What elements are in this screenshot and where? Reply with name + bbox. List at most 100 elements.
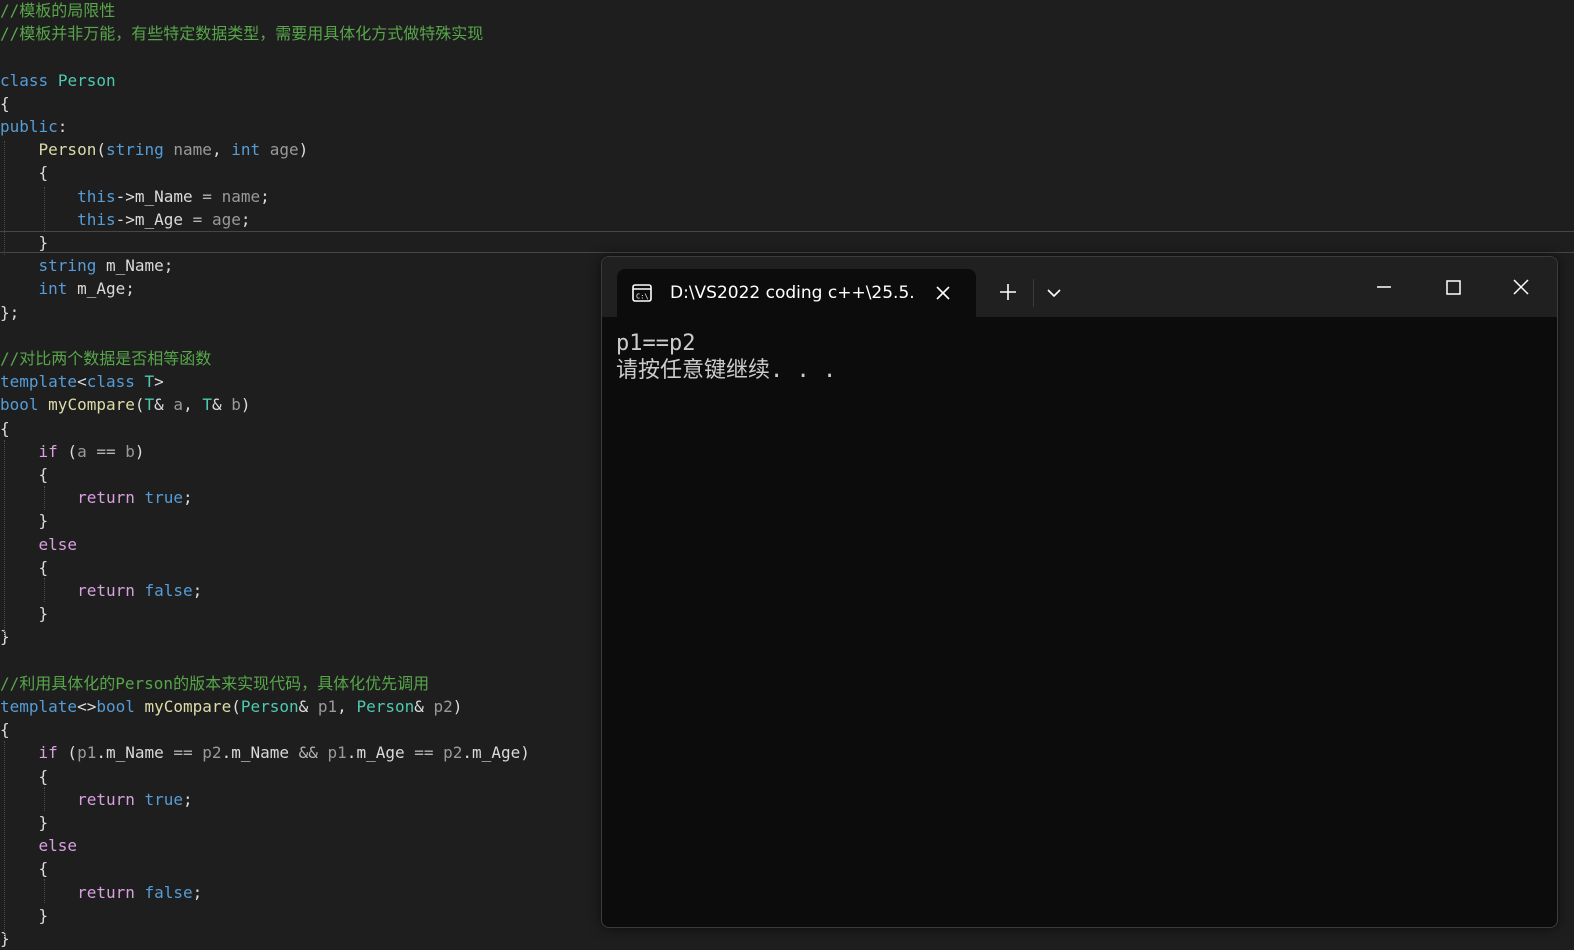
code-token: this (77, 186, 116, 206)
code-token: , (183, 395, 203, 415)
code-token: m_Name (105, 743, 164, 763)
code-line: } (0, 602, 49, 625)
code-token: m_Age (356, 743, 405, 763)
code-token: . (96, 743, 106, 763)
code-line: public: (0, 115, 67, 138)
code-token: { (0, 418, 10, 438)
code-token: true (144, 789, 184, 809)
code-token: ) (298, 140, 309, 160)
code-token: ( (96, 140, 106, 160)
code-token: ; (240, 209, 251, 229)
code-token: { (0, 720, 10, 740)
current-line-highlight (0, 231, 1574, 253)
code-token: Person (38, 140, 97, 160)
code-line: } (0, 904, 49, 927)
code-token: false (144, 581, 193, 600)
code-token: class (86, 372, 135, 392)
code-token: Person (240, 697, 299, 716)
code-line: this->m_Name = name; (0, 185, 270, 208)
code-token: age (211, 209, 241, 229)
terminal-window[interactable]: C:\ D:\VS2022 coding c++\25.5.1 p1==p2 请… (601, 256, 1558, 928)
code-token: age (269, 140, 299, 160)
terminal-tab[interactable]: C:\ D:\VS2022 coding c++\25.5.1 (617, 269, 976, 317)
code-token: ) (520, 743, 530, 763)
code-token: Person (356, 697, 415, 716)
code-token: int (231, 140, 261, 160)
code-line: { (0, 556, 49, 579)
close-window-icon[interactable] (1504, 275, 1538, 299)
indent-guide (4, 741, 5, 937)
code-token: , (211, 140, 232, 160)
code-token: } (0, 905, 49, 925)
code-line: else (0, 834, 78, 857)
code-token: -> (115, 186, 135, 206)
code-token: } (0, 604, 49, 624)
code-token: == (86, 441, 126, 461)
code-token: name (173, 140, 212, 160)
code-token: m_Age (134, 209, 184, 229)
code-token: this (77, 209, 116, 229)
code-token: bool (0, 395, 39, 415)
code-token: T (202, 395, 212, 415)
code-token: b (231, 395, 241, 415)
code-line: return true; (0, 788, 193, 811)
terminal-output[interactable]: p1==p2 请按任意键继续. . . (616, 330, 1536, 384)
code-token: myCompare (48, 395, 135, 415)
code-token: class (0, 70, 49, 90)
code-token: }; (0, 302, 20, 322)
code-token: } (0, 813, 49, 832)
code-line: if (a == b) (0, 440, 145, 463)
minimize-icon[interactable] (1367, 275, 1401, 299)
code-token: < (77, 372, 87, 392)
code-token: else (38, 836, 78, 856)
new-tab-plus-icon[interactable] (995, 279, 1021, 305)
code-line: int m_Age; (0, 277, 135, 300)
code-token: , (337, 697, 357, 716)
code-line: } (0, 231, 49, 254)
code-token: template (0, 372, 78, 392)
code-token: { (0, 557, 49, 577)
code-token: ; (192, 882, 203, 902)
code-token: string (38, 256, 97, 276)
terminal-output-line: p1==p2 (616, 331, 696, 356)
code-line: { (0, 857, 49, 880)
code-line: template<>bool myCompare(Person& p1, Per… (0, 695, 462, 718)
code-token: == (404, 743, 444, 763)
code-line: return true; (0, 486, 193, 509)
code-token: ; (260, 186, 270, 206)
code-line: //对比两个数据是否相等函数 (0, 347, 211, 370)
terminal-output-line: 请按任意键继续. . . (616, 358, 837, 383)
code-token: & (414, 697, 434, 716)
maximize-icon[interactable] (1436, 275, 1470, 299)
indent-guide (4, 141, 5, 255)
terminal-titlebar[interactable]: C:\ D:\VS2022 coding c++\25.5.1 (602, 257, 1557, 317)
code-line: //利用具体化的Person的版本来实现代码，具体化优先调用 (0, 672, 429, 695)
close-tab-icon[interactable] (933, 283, 953, 303)
code-token: p1 (317, 697, 338, 716)
code-token: ( (231, 697, 241, 716)
code-token: . (462, 743, 473, 763)
code-token: . (346, 743, 357, 763)
code-line: //模板的局限性 (0, 0, 115, 22)
code-token: = (183, 209, 212, 229)
code-line: bool myCompare(T& a, T& b) (0, 393, 251, 416)
chevron-down-icon[interactable] (1042, 281, 1066, 305)
code-token: > (154, 372, 164, 392)
code-line: string m_Name; (0, 254, 174, 277)
code-line: { (0, 92, 10, 115)
code-token: b (125, 441, 135, 461)
code-token: else (38, 534, 78, 554)
code-token: { (0, 465, 49, 484)
code-token: & (154, 395, 174, 415)
